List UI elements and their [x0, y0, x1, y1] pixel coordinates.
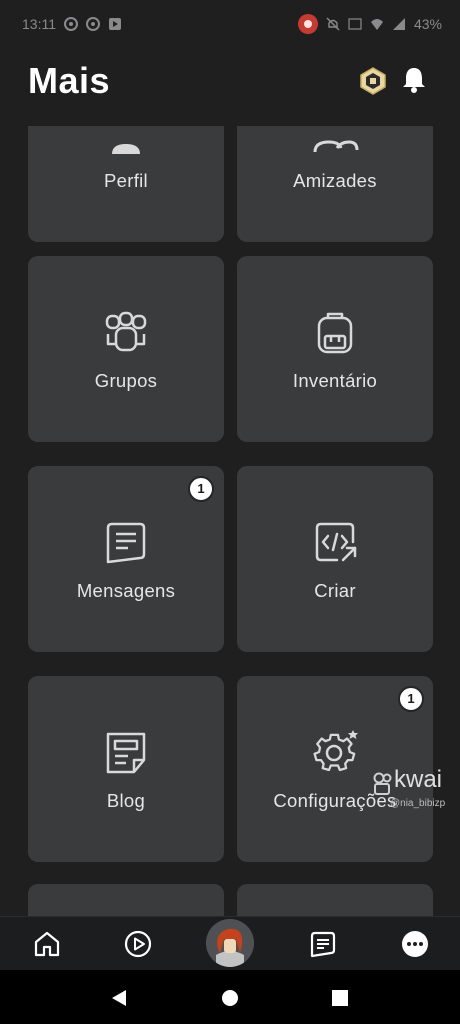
back-icon[interactable] [108, 987, 130, 1009]
tile-label: Criar [314, 580, 356, 601]
chat-icon[interactable] [308, 929, 338, 959]
blog-icon [106, 732, 146, 774]
watermark-brand: kwai [394, 766, 443, 793]
tile-mensagens[interactable]: Mensagens 1 [28, 466, 224, 652]
tile-more-1[interactable] [28, 884, 224, 916]
tile-label: Mensagens [76, 580, 176, 601]
message-icon [106, 522, 146, 564]
play-store-icon [109, 18, 121, 30]
tile-grupos[interactable]: Grupos [28, 256, 224, 442]
tile-label: Amizades [293, 170, 377, 191]
play-circle-icon[interactable] [123, 929, 153, 959]
status-bar-left: 13:11 [22, 16, 122, 32]
bottom-nav [0, 916, 460, 971]
screen-record-icon [297, 14, 318, 34]
notification-icon [86, 17, 100, 31]
status-bar: 13:11 43% [0, 0, 460, 48]
bell-icon[interactable] [398, 64, 430, 96]
page-title: Mais [28, 60, 111, 101]
status-bar-right: 43% [297, 14, 442, 34]
header: Mais [0, 48, 460, 126]
tile-label: Perfil [104, 170, 148, 191]
notification-icon [64, 17, 78, 31]
mute-icon [326, 17, 340, 31]
tile-amizades[interactable]: Amizades [237, 126, 433, 242]
wifi-icon [370, 19, 383, 30]
tile-label: Grupos [94, 370, 158, 391]
groups-icon [105, 311, 147, 352]
profile-icon [112, 144, 140, 154]
tile-label: Blog [106, 790, 146, 811]
notification-badge: 1 [188, 476, 214, 502]
status-time: 13:11 [22, 16, 56, 32]
data-icon [348, 18, 362, 30]
signal-icon [392, 18, 405, 30]
tile-criar[interactable]: Criar [237, 466, 433, 652]
kwai-logo-icon [373, 772, 392, 795]
code-icon [315, 522, 357, 562]
home-circle-icon[interactable] [219, 987, 241, 1009]
avatar-image [206, 919, 254, 967]
home-icon[interactable] [32, 929, 62, 959]
friends-icon [313, 140, 359, 153]
tile-perfil[interactable]: Perfil [28, 126, 224, 242]
watermark-user: @nia_bibizp [390, 798, 446, 809]
recents-icon[interactable] [329, 987, 351, 1009]
settings-gear-icon [313, 730, 358, 772]
battery-percent: 43% [413, 16, 442, 32]
avatar[interactable] [206, 919, 254, 967]
notification-badge: 1 [398, 686, 424, 712]
system-nav-bar [0, 970, 460, 1024]
robux-icon[interactable] [358, 66, 388, 96]
tile-inventario[interactable]: Inventário [237, 256, 433, 442]
tile-blog[interactable]: Blog [28, 676, 224, 862]
tile-more-2[interactable] [237, 884, 433, 916]
backpack-icon [317, 312, 353, 354]
more-icon[interactable] [400, 929, 430, 959]
tile-label: Inventário [292, 370, 378, 391]
